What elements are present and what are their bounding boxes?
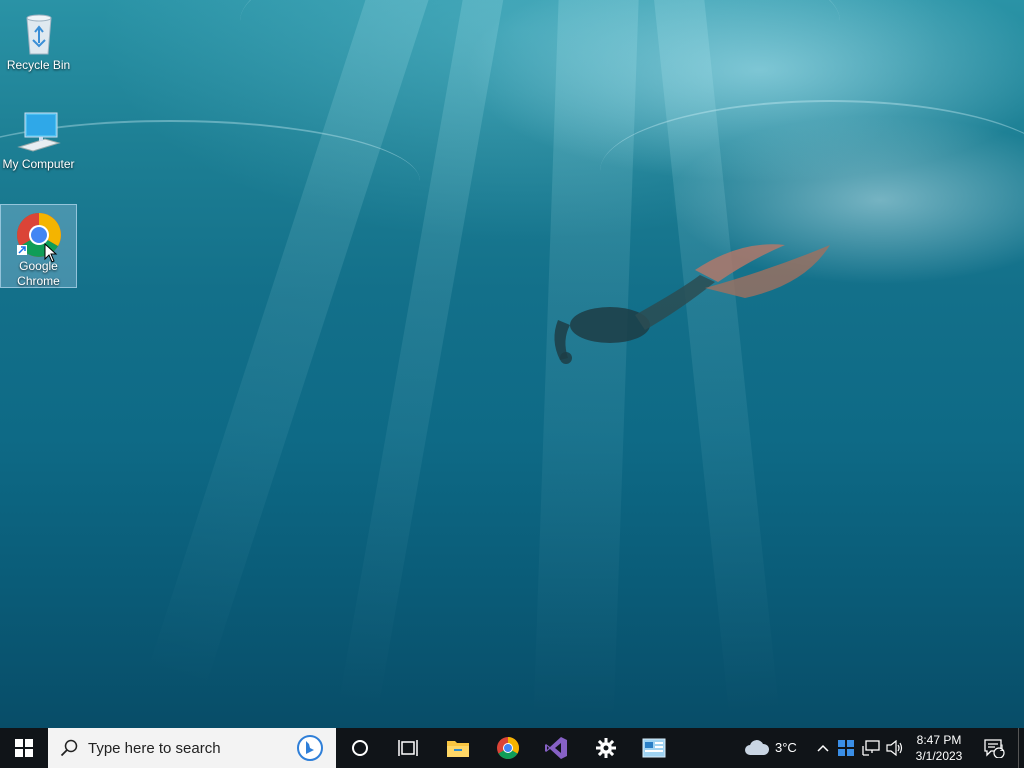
gear-icon: [596, 738, 616, 758]
tray-volume[interactable]: [884, 728, 906, 768]
folder-icon: [447, 741, 469, 757]
cortana-circle-icon: [352, 740, 368, 756]
search-placeholder: Type here to search: [88, 739, 221, 757]
desktop-icon-label: Google Chrome: [17, 259, 60, 288]
windows-start-icon: [15, 739, 33, 757]
search-icon: [60, 739, 78, 757]
weather-temperature: 3°C: [775, 740, 797, 755]
desktop-wallpaper: Recycle Bin My Computer Google Chrome: [0, 0, 1024, 728]
computer-icon: [15, 109, 63, 155]
bing-icon[interactable]: [296, 734, 324, 762]
control-panel-icon: [642, 738, 666, 758]
mouse-cursor: [44, 243, 58, 263]
chevron-up-icon: [817, 744, 829, 752]
cloud-icon: [745, 740, 770, 755]
water-surface-wave: [600, 100, 1024, 242]
tray-windows-update[interactable]: [836, 728, 856, 768]
taskbar-app-control-panel[interactable]: [630, 728, 678, 768]
tray-clock[interactable]: 8:47 PM 3/1/2023: [908, 728, 970, 768]
task-view-icon: [398, 740, 418, 756]
network-icon: [862, 740, 880, 756]
show-desktop-button[interactable]: [1018, 728, 1019, 768]
chrome-icon: [497, 737, 519, 759]
taskbar-app-file-explorer[interactable]: [434, 728, 482, 768]
desktop-icon-google-chrome[interactable]: Google Chrome: [0, 204, 77, 288]
clock-time: 8:47 PM: [916, 733, 962, 747]
recycle-bin-icon: [15, 10, 63, 56]
tray-network[interactable]: [860, 728, 882, 768]
taskbar-app-settings[interactable]: [582, 728, 630, 768]
water-surface-wave: [240, 0, 840, 102]
desktop-icon-label: Recycle Bin: [6, 58, 71, 72]
cortana-button[interactable]: [336, 728, 384, 768]
start-button[interactable]: [0, 728, 48, 768]
task-view-button[interactable]: [384, 728, 432, 768]
taskbar: Type here to search 3°C 8:47 PM 3/1/2023…: [0, 728, 1024, 768]
windows-update-icon: [838, 740, 854, 756]
weather-widget[interactable]: 3°C: [744, 728, 804, 768]
desktop-icon-my-computer[interactable]: My Computer: [0, 103, 77, 177]
search-box[interactable]: Type here to search: [48, 728, 336, 768]
visual-studio-icon: [545, 737, 567, 759]
volume-icon: [886, 740, 903, 756]
show-hidden-icons-button[interactable]: [814, 728, 832, 768]
diver-silhouette: [554, 244, 830, 364]
action-center-button[interactable]: 1: [976, 728, 1012, 768]
desktop-icon-label: My Computer: [2, 157, 75, 171]
desktop-icon-recycle-bin[interactable]: Recycle Bin: [0, 4, 77, 78]
clock-date: 3/1/2023: [915, 749, 963, 763]
taskbar-app-visual-studio[interactable]: [532, 728, 580, 768]
notification-count-badge: 1: [999, 743, 1005, 753]
taskbar-app-google-chrome[interactable]: [484, 728, 532, 768]
